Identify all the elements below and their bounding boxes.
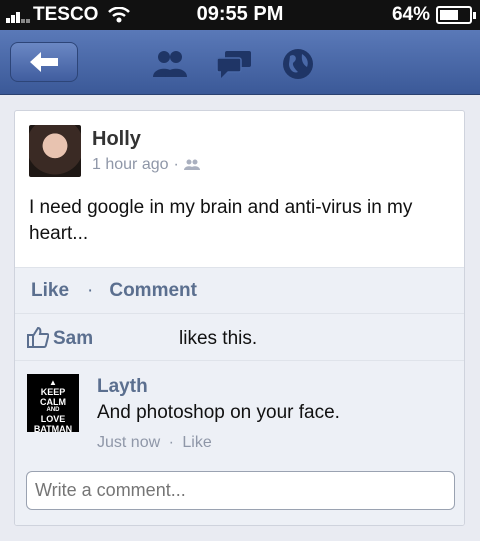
action-separator: · [87,279,94,301]
commenter-name[interactable]: Layth [97,376,148,398]
post-body: Holly 1 hour ago · I need google in my b… [15,111,464,267]
comment-button[interactable]: Comment [109,280,197,302]
liker-name[interactable]: Sam [53,328,93,350]
commenter-avatar[interactable]: ▲ KEEP CALM AND LOVE BATMAN [27,374,79,432]
comment-meta: Just now · Like [97,434,212,452]
globe-icon[interactable] [278,44,318,84]
battery-icon [436,6,476,24]
post-time: 1 hour ago [92,156,169,173]
comment-input[interactable] [26,471,455,510]
friends-audience-icon [183,159,200,170]
friends-icon[interactable] [150,44,190,84]
post-actions: Like · Comment [15,267,464,314]
messages-icon[interactable] [214,44,254,84]
comment-composer [15,464,464,525]
like-button[interactable]: Like [31,280,69,302]
comment-like-link[interactable]: Like [182,434,211,451]
post-author[interactable]: Holly [92,128,141,151]
post-meta: 1 hour ago · [92,156,200,174]
likes-row: Sam likes this. [15,314,464,361]
author-avatar[interactable] [29,125,81,177]
comment-item: ▲ KEEP CALM AND LOVE BATMAN Layth And ph… [15,361,464,464]
meta-separator: · [173,156,179,173]
likes-text: likes this. [179,328,258,349]
comment-meta-separator: · [168,434,174,451]
post-card: Holly 1 hour ago · I need google in my b… [14,110,465,526]
battery-area: 64% [391,4,476,26]
comment-text: And photoshop on your face. [97,402,340,423]
navigation-bar [0,30,480,95]
battery-fill [440,10,458,20]
status-bar: TESCO 09:55 PM 64% [0,0,480,30]
post-text: I need google in my brain and anti-virus… [29,197,413,244]
back-arrow-icon [30,52,58,72]
comment-time: Just now [97,434,161,451]
thumbs-up-icon [27,326,49,348]
battery-percent: 64% [391,4,430,25]
back-button[interactable] [10,42,78,82]
bat-logo-icon: ▲ [49,378,57,387]
